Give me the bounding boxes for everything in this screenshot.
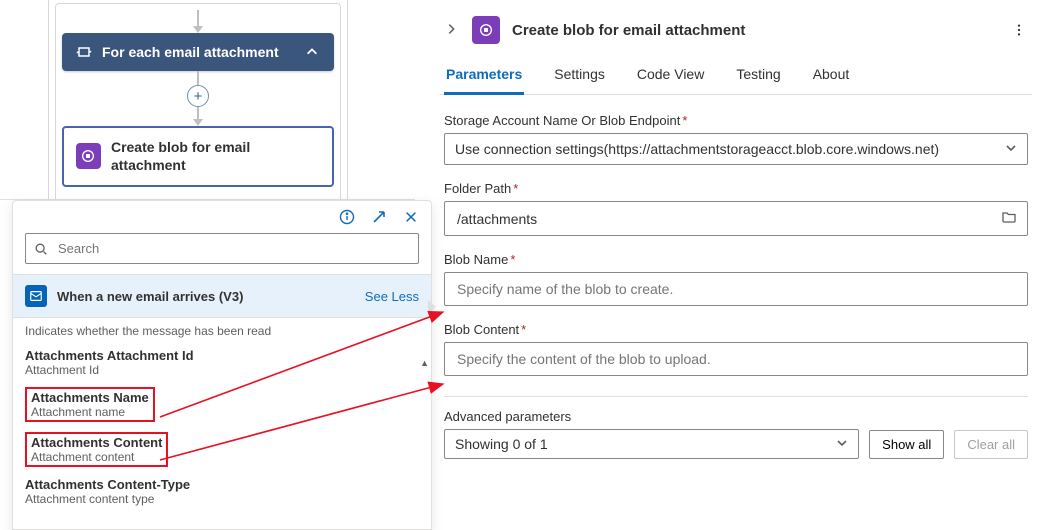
- action-detail-panel: Create blob for email attachment Paramet…: [430, 0, 1050, 530]
- see-less-link[interactable]: See Less: [365, 289, 419, 304]
- advanced-params-select[interactable]: Showing 0 of 1: [444, 429, 859, 459]
- dynamic-item-content-type[interactable]: Attachments Content-Type Attachment cont…: [25, 477, 419, 506]
- info-icon[interactable]: [339, 209, 355, 225]
- create-blob-label: Create blob for email attachment: [111, 138, 320, 174]
- prev-item-desc: Indicates whether the message has been r…: [25, 324, 419, 338]
- loop-icon: [76, 44, 92, 60]
- close-icon[interactable]: [403, 209, 419, 225]
- dynamic-item-attachments-name[interactable]: Attachments Name Attachment name: [31, 390, 149, 419]
- scroll-indicator-icon: ▲: [420, 358, 429, 368]
- chevron-down-icon: [836, 436, 848, 452]
- highlight-attachments-name: Attachments Name Attachment name: [25, 387, 155, 422]
- dynamic-item-attachments-content[interactable]: Attachments Content Attachment content: [31, 435, 162, 464]
- blob-storage-icon: [472, 16, 500, 44]
- outlook-icon: [25, 285, 47, 307]
- designer-canvas: For each email attachment + Create blob …: [0, 0, 415, 200]
- detail-title: Create blob for email attachment: [512, 22, 998, 39]
- clear-all-button: Clear all: [954, 430, 1028, 459]
- tabs: Parameters Settings Code View Testing Ab…: [440, 58, 1032, 95]
- trigger-name: When a new email arrives (V3): [57, 289, 355, 304]
- trigger-section-header[interactable]: When a new email arrives (V3) See Less: [13, 274, 431, 318]
- blob-storage-icon: [76, 143, 101, 169]
- more-menu-icon[interactable]: [1010, 21, 1028, 39]
- folder-label: Folder Path*: [444, 181, 1028, 196]
- highlight-attachments-content: Attachments Content Attachment content: [25, 432, 168, 467]
- blob-content-input[interactable]: [444, 342, 1028, 376]
- dynamic-item-attachment-id[interactable]: Attachments Attachment Id Attachment Id: [25, 348, 419, 377]
- tab-testing[interactable]: Testing: [734, 58, 782, 94]
- tab-about[interactable]: About: [811, 58, 852, 94]
- advanced-label: Advanced parameters: [444, 409, 1028, 424]
- create-blob-card[interactable]: Create blob for email attachment: [62, 126, 334, 186]
- search-field[interactable]: [56, 240, 410, 257]
- blobcontent-label: Blob Content*: [444, 322, 1028, 337]
- folder-path-input[interactable]: [444, 201, 1028, 236]
- storage-account-select[interactable]: Use connection settings(https://attachme…: [444, 133, 1028, 165]
- chevron-up-icon[interactable]: [304, 44, 320, 60]
- expand-icon[interactable]: [371, 209, 387, 225]
- collapse-chevron-icon[interactable]: [444, 22, 460, 38]
- tab-code-view[interactable]: Code View: [635, 58, 706, 94]
- tab-parameters[interactable]: Parameters: [444, 58, 524, 95]
- chevron-down-icon: [1005, 141, 1017, 157]
- tab-settings[interactable]: Settings: [552, 58, 607, 94]
- foreach-card[interactable]: For each email attachment: [62, 33, 334, 71]
- dynamic-content-panel: When a new email arrives (V3) See Less ▲…: [12, 200, 432, 530]
- folder-icon[interactable]: [1001, 209, 1017, 228]
- storage-label: Storage Account Name Or Blob Endpoint*: [444, 113, 1028, 128]
- blobname-label: Blob Name*: [444, 252, 1028, 267]
- search-icon: [34, 242, 48, 256]
- foreach-label: For each email attachment: [102, 43, 294, 61]
- search-input[interactable]: [25, 233, 419, 264]
- show-all-button[interactable]: Show all: [869, 430, 944, 459]
- add-action-button[interactable]: +: [187, 85, 209, 107]
- blob-name-input[interactable]: [444, 272, 1028, 306]
